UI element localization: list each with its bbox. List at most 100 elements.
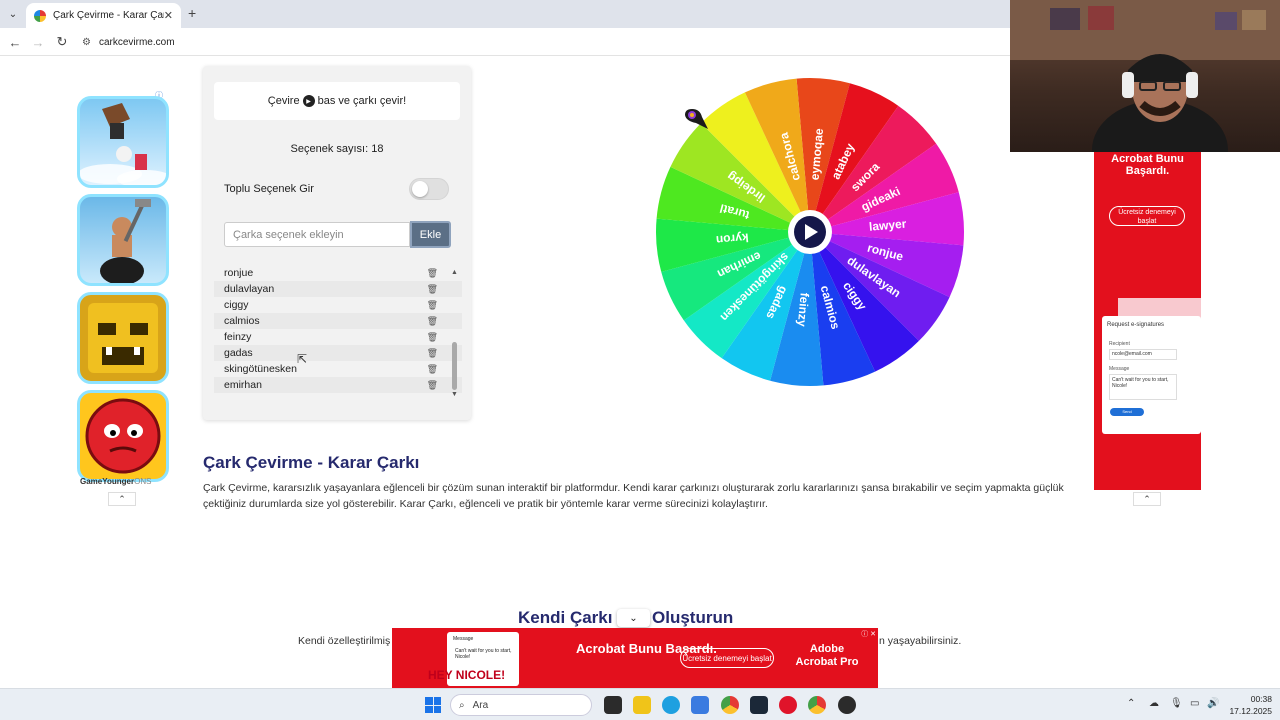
trash-icon[interactable]: 🗑 [427, 316, 438, 327]
trash-icon[interactable]: 🗑 [427, 300, 438, 311]
ad-request-label: Request e-signatures [1107, 322, 1165, 328]
tab-search-chevron-icon[interactable]: ⌄ [4, 5, 22, 23]
chevron-down-icon[interactable]: ⌄ [617, 609, 650, 627]
file-explorer-icon[interactable] [633, 696, 651, 714]
taskbar-search[interactable]: ⌕ Ara [450, 694, 592, 716]
network-icon[interactable]: ▭ [1190, 698, 1199, 709]
trash-icon[interactable]: 🗑 [427, 348, 438, 359]
wheel-segment-label: kyron [715, 230, 749, 247]
ad-close-icon[interactable]: ⓘ ✕ [861, 629, 876, 639]
list-item: gadas 🗑 [214, 345, 462, 361]
option-label: emirhan [224, 379, 262, 391]
section-title-b: Oluşturun [652, 608, 734, 627]
list-item: dulavlayan 🗑 [214, 281, 462, 297]
trash-icon[interactable]: 🗑 [427, 364, 438, 375]
forward-icon[interactable]: → [29, 33, 47, 51]
site-favicon-icon [34, 9, 46, 22]
game-tile-temple[interactable] [77, 292, 169, 384]
scrollbar-thumb[interactable] [452, 342, 457, 390]
reload-icon[interactable]: ↻ [53, 33, 71, 51]
microphone-icon[interactable]: 🎙 [1170, 698, 1183, 709]
clock[interactable]: 00:38 17.12.2025 [1222, 693, 1272, 717]
option-label: dulavlayan [224, 283, 275, 295]
section-body-b: n yaşayabilirsiniz. [879, 635, 962, 647]
list-item: emirhan 🗑 [214, 377, 462, 393]
option-list-scrollbar[interactable]: ▲ ▼ [450, 269, 460, 399]
bulk-entry-label: Toplu Seçenek Gir [224, 183, 314, 195]
option-list: ronjue 🗑 dulavlayan 🗑 ciggy 🗑 calmios 🗑 fein… [214, 265, 462, 399]
ad-cta-button[interactable]: Ücretsiz denemeyi başlat [1109, 206, 1185, 226]
game-tile-hammer[interactable] [77, 194, 169, 286]
store-icon[interactable] [691, 696, 709, 714]
clock-date: 17.12.2025 [1229, 706, 1272, 716]
app-icon[interactable] [838, 696, 856, 714]
page-title: Çark Çevirme - Karar Çarkı [203, 453, 420, 472]
ad-hey-nicole: HEY NICOLE! [428, 668, 506, 682]
ad-cta-button[interactable]: Ücretsiz denemeyi başlat [680, 648, 774, 668]
ad-recipient-label: Recipient [1109, 341, 1130, 347]
list-item: ronjue 🗑 [214, 265, 462, 281]
streamer-webcam-image [1010, 0, 1280, 152]
volume-icon[interactable]: 🔊 [1207, 698, 1219, 709]
back-icon[interactable]: ← [6, 33, 24, 51]
scroll-down-icon[interactable]: ▼ [451, 391, 458, 398]
acrobat-ad-vertical[interactable]: Acrobat Bunu Başardı. Ücretsiz denemeyi … [1094, 151, 1201, 490]
right-ad-collapse-chevron-up-icon[interactable]: ⌃ [1133, 492, 1161, 506]
mouse-cursor-icon: ⇱ [297, 352, 308, 366]
option-label: gadas [224, 347, 253, 359]
scroll-up-icon[interactable]: ▲ [451, 269, 458, 276]
trash-icon[interactable]: 🗑 [427, 268, 438, 279]
ad-title: Acrobat Bunu Başardı. [1111, 153, 1184, 177]
task-view-icon[interactable] [604, 696, 622, 714]
opera-icon[interactable] [779, 696, 797, 714]
add-option-button[interactable]: Ekle [410, 221, 451, 248]
windows-start-icon[interactable] [425, 697, 441, 713]
acrobat-ad-banner[interactable]: Message Can't wait for you to start, Nic… [392, 628, 878, 688]
tab-active[interactable]: Çark Çevirme - Karar Çarkı! ✕ [26, 3, 181, 28]
toggle-knob [412, 181, 428, 197]
trash-icon[interactable]: 🗑 [427, 332, 438, 343]
search-icon: ⌕ [459, 699, 465, 711]
ad-message-label: Message [1109, 366, 1130, 372]
option-label: ronjue [224, 267, 254, 279]
steam-icon[interactable] [750, 696, 768, 714]
ad-brand[interactable]: GameYoungerONS [80, 477, 151, 486]
ad-send-button: Send [1110, 408, 1144, 416]
bulk-entry-toggle[interactable] [409, 178, 449, 200]
left-ad-collapse-chevron-up-icon[interactable]: ⌃ [108, 492, 136, 506]
option-label: feinzy [224, 331, 252, 343]
chrome-icon[interactable] [721, 696, 739, 714]
ad-brand-name: GameYounger [80, 477, 135, 486]
ad-card-text: Can't wait for you to start, Nicole! [455, 648, 512, 660]
wheel-segment-label: feinzy [795, 292, 812, 327]
tab-title: Çark Çevirme - Karar Çarkı! [53, 10, 164, 21]
tray-chevron-up-icon[interactable]: ⌃ [1127, 698, 1135, 709]
list-item: feinzy 🗑 [214, 329, 462, 345]
ad-esign-card: Request e-signatures Recipient ncole@ema… [1102, 316, 1201, 434]
ad-email-field: ncole@email.com [1109, 349, 1177, 360]
taskbar: ⌕ Ara ⌃ ☁ 🎙 ▭ 🔊 00:38 17.12.2025 [0, 688, 1280, 720]
house-game-art [80, 103, 166, 185]
wheel-pointer-icon [685, 109, 708, 129]
wheel-options-panel: Çevire ▶ bas ve çarkı çevir! Seçenek say… [203, 66, 471, 420]
close-icon[interactable]: ✕ [164, 9, 173, 22]
option-label: calmios [224, 315, 260, 327]
new-tab-button[interactable]: + [188, 5, 196, 21]
section-title-a: Kendi Çarkı [518, 608, 613, 627]
spin-instruction: Çevire ▶ bas ve çarkı çevir! [214, 82, 460, 120]
section-body-a: Kendi özelleştirilmiş [298, 635, 391, 647]
list-item: skingötünesken 🗑 [214, 361, 462, 377]
option-count: Seçenek sayısı: 18 [290, 143, 384, 155]
ad-card-label: Message [453, 636, 474, 642]
trash-icon[interactable]: 🗑 [427, 284, 438, 295]
edge-icon[interactable] [662, 696, 680, 714]
onedrive-icon[interactable]: ☁ [1149, 698, 1159, 709]
game-tile-redball[interactable] [77, 390, 169, 482]
address-bar[interactable]: ⚙ carkcevirme.com [82, 32, 1002, 52]
play-icon: ▶ [302, 95, 315, 107]
option-input[interactable] [224, 222, 410, 247]
chrome-active-icon[interactable] [808, 696, 826, 714]
game-tile-house[interactable] [77, 96, 169, 188]
trash-icon[interactable]: 🗑 [427, 380, 438, 391]
site-settings-icon[interactable]: ⚙ [82, 37, 91, 48]
